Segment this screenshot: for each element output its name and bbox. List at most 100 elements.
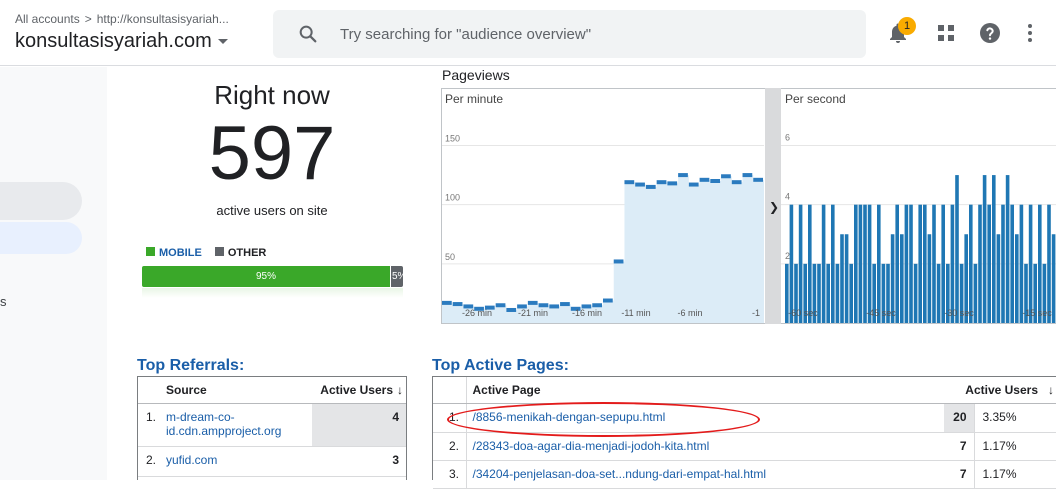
minute-point: [688, 182, 699, 187]
col-active-users[interactable]: Active Users ↓: [944, 377, 1056, 404]
caret-down-icon: [217, 39, 228, 45]
col-active-page[interactable]: Active Page: [466, 377, 944, 404]
active-page-link[interactable]: /28343-doa-agar-dia-menjadi-jodoh-kita.h…: [466, 432, 944, 461]
second-bar: [1038, 204, 1042, 323]
second-bar: [913, 263, 918, 323]
mobile-swatch: [146, 247, 155, 256]
second-bar: [821, 204, 826, 323]
minute-point: [656, 180, 667, 185]
active-users-value: 7: [944, 460, 975, 489]
active-users-label: active users on site: [216, 203, 328, 218]
legend-other: OTHER: [227, 247, 267, 259]
breadcrumb-all-accounts[interactable]: All accounts: [15, 12, 80, 26]
left-nav: s: [0, 67, 107, 480]
col-active-users[interactable]: Active Users ↓: [312, 377, 406, 404]
per-minute-chart: 150 100 50 -26 min -21 min -16 min -11 min -6 m…: [442, 134, 764, 323]
other-share-bar: 5%: [390, 266, 403, 287]
minute-point: [603, 298, 613, 303]
more-vert-icon[interactable]: [1018, 21, 1042, 45]
account-name: konsultasisyariah.com: [15, 30, 212, 52]
table-header-row: Active Page Active Users ↓: [433, 377, 1056, 404]
second-bar: [877, 204, 881, 323]
minute-point: [549, 304, 560, 309]
second-bar: [849, 263, 853, 323]
minute-point: [452, 302, 463, 307]
y-tick-label: 150: [445, 134, 460, 144]
chevron-right-icon[interactable]: ❯: [769, 200, 779, 214]
right-now-title: Right now: [214, 80, 330, 110]
active-users-value: 20: [944, 403, 975, 433]
col-active-users-label: Active Users: [965, 382, 1038, 397]
pageviews-title: Pageviews: [442, 67, 510, 83]
referrals-table: Source Active Users ↓ 1. m-dream-co-id.cd…: [138, 377, 406, 477]
row-index: 2.: [138, 446, 166, 477]
minute-point: [742, 173, 753, 178]
active-users-value: 3: [312, 446, 406, 477]
per-second-chart: 6 4 2 -60 sec -45 sec -30 sec -15 sec: [781, 133, 1056, 323]
minute-point: [699, 177, 710, 182]
second-bar: [955, 175, 959, 323]
account-selector[interactable]: konsultasisyariah.com: [15, 30, 228, 53]
minute-point: [624, 180, 635, 185]
active-users-percent: 1.17%: [974, 432, 1056, 461]
help-icon[interactable]: [978, 21, 1002, 45]
minute-point: [721, 174, 731, 179]
x-tick-label: -21 min: [518, 308, 548, 318]
breadcrumb-separator: >: [84, 12, 92, 26]
nav-item-label[interactable]: s: [0, 294, 7, 309]
table-row: 2. yufid.com 3: [138, 446, 406, 477]
second-bar: [918, 204, 922, 323]
minute-point: [667, 181, 678, 186]
minute-point: [613, 259, 624, 264]
breadcrumb-property[interactable]: http://konsultasisyariah...: [97, 12, 229, 26]
sort-down-icon[interactable]: ↓: [1048, 383, 1054, 397]
search-input[interactable]: [340, 23, 840, 45]
red-highlight-circle: [447, 402, 760, 437]
second-bar: [992, 175, 996, 323]
nav-item-highlight[interactable]: [0, 182, 82, 220]
per-minute-label: Per minute: [445, 92, 504, 106]
chart-divider[interactable]: ❯: [765, 88, 781, 324]
x-tick-label: -1: [752, 308, 760, 318]
search-box[interactable]: [273, 10, 866, 58]
sort-down-icon[interactable]: ↓: [397, 383, 403, 397]
x-tick-label: -6 min: [677, 308, 702, 318]
second-bar: [973, 263, 978, 323]
second-bar: [844, 234, 849, 323]
x-tick-label: -60 sec: [788, 308, 818, 318]
second-bar: [808, 204, 812, 323]
second-bar: [923, 204, 927, 323]
second-bar: [987, 204, 991, 323]
minute-point: [678, 173, 688, 178]
x-tick-label: -11 min: [621, 308, 650, 318]
minute-point: [753, 177, 763, 182]
second-bar: [867, 204, 872, 323]
table-header-row: Source Active Users ↓: [138, 377, 406, 404]
right-now-panel: Right now 597 active users on site: [137, 80, 407, 218]
second-bar: [863, 204, 867, 323]
col-active-users-label: Active Users: [320, 382, 393, 397]
nav-item-selected[interactable]: [0, 222, 82, 254]
second-bar: [982, 175, 987, 323]
minute-point: [495, 303, 506, 308]
table-row: 3. /34204-penjelasan-doa-set...ndung-dar…: [433, 460, 1056, 489]
active-page-link[interactable]: /34204-penjelasan-doa-set...ndung-dari-e…: [466, 460, 944, 489]
minute-point: [527, 300, 538, 305]
second-bar: [932, 204, 936, 323]
active-users-percent: 1.17%: [974, 460, 1056, 489]
row-index: 3.: [433, 460, 467, 489]
table-row: 2. /28343-doa-agar-dia-menjadi-jodoh-kit…: [433, 432, 1056, 461]
search-icon: [299, 25, 317, 43]
table-row: 1. m-dream-co-id.cdn.ampproject.org 4: [138, 403, 406, 447]
notification-badge: 1: [898, 17, 916, 35]
minute-point: [506, 307, 517, 312]
apps-grid-icon[interactable]: [934, 21, 958, 45]
col-source[interactable]: Source: [166, 377, 312, 404]
legend-mobile: MOBILE: [159, 247, 202, 259]
source-link[interactable]: m-dream-co-id.cdn.ampproject.org: [166, 403, 312, 447]
row-index: 1.: [138, 403, 166, 447]
breadcrumb[interactable]: All accounts > http://konsultasisyariah...: [15, 12, 229, 26]
source-link[interactable]: yufid.com: [166, 446, 312, 477]
second-bar: [969, 204, 973, 323]
active-users-value: 7: [944, 432, 975, 461]
